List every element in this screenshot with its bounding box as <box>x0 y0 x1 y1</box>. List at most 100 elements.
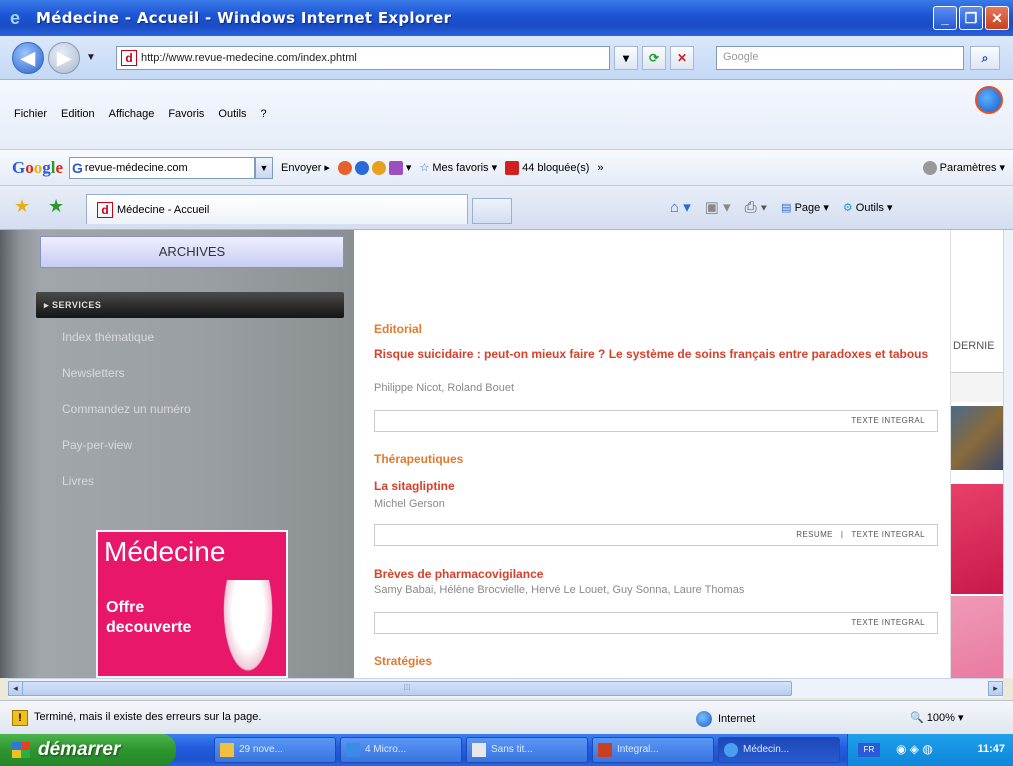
full-text-link[interactable]: TEXTE INTEGRAL <box>851 416 925 425</box>
stop-icon[interactable]: ✕ <box>670 46 694 70</box>
page-menu-button[interactable]: ▤ Page ▾ <box>781 201 829 214</box>
system-clock: 11:47 <box>977 743 1005 755</box>
google-toolbar: Google G revue-médecine.com ▼ Envoyer ▸ … <box>0 150 1013 186</box>
menu-help[interactable]: ? <box>261 108 267 120</box>
promo-offer: Offre decouverte <box>106 598 191 638</box>
sidebar-item-index-thematique[interactable]: Index thématique <box>62 330 191 366</box>
favorites-center-star-icon[interactable]: ★ <box>14 196 30 217</box>
menu-bar: Fichier Edition Affichage Favoris Outils… <box>0 80 1013 150</box>
taskbar-item[interactable]: 29 nove... <box>214 737 336 763</box>
tools-menu-label: Outils <box>855 201 884 214</box>
more-chevron-icon[interactable]: » <box>597 162 603 174</box>
google-g-icon: G <box>72 159 83 176</box>
taskbar-item-active[interactable]: Médecin... <box>718 737 840 763</box>
warning-icon[interactable]: ! <box>12 710 28 726</box>
site-favicon-icon: d <box>121 50 137 66</box>
scroll-right-arrow-icon[interactable]: ▸ <box>988 681 1003 696</box>
thumbnail-image[interactable] <box>951 484 1003 594</box>
pagerank-icon[interactable] <box>337 160 352 175</box>
back-button[interactable]: ◀ <box>12 42 44 74</box>
close-button[interactable]: ✕ <box>985 6 1009 30</box>
section-heading: Editorial <box>374 322 423 336</box>
thumbnail-image[interactable] <box>951 406 1003 470</box>
translate-icon[interactable] <box>388 160 403 175</box>
address-tools: ▾ ⟳ ✕ <box>614 46 694 70</box>
article-title[interactable]: Risque suicidaire : peut-on mieux faire … <box>374 346 934 362</box>
left-sidebar: ARCHIVES ▸ SERVICES Index thématique New… <box>0 230 354 678</box>
history-dropdown-icon[interactable]: ▼ <box>86 52 96 63</box>
zoom-control[interactable]: 🔍 100% ▾ <box>910 711 963 724</box>
full-text-link[interactable]: TEXTE INTEGRAL <box>851 618 925 627</box>
windows-flag-icon <box>12 742 30 758</box>
new-tab-button[interactable] <box>472 198 512 224</box>
sidebar-item-commandez[interactable]: Commandez un numéro <box>62 402 191 438</box>
services-header[interactable]: ▸ SERVICES <box>36 292 344 318</box>
taskbar-item[interactable]: Integral... <box>592 737 714 763</box>
article-authors: Samy Babai, Hélène Brocvielle, Hervé Le … <box>374 584 745 596</box>
section-heading: Stratégies <box>374 654 433 668</box>
google-search-field[interactable]: G revue-médecine.com <box>69 156 256 179</box>
feeds-icon[interactable]: ▣ ▾ <box>705 198 731 216</box>
scroll-left-arrow-icon[interactable]: ◂ <box>8 681 23 696</box>
address-bar[interactable]: d http://www.revue-medecine.com/index.ph… <box>116 46 610 70</box>
tools-dropdown-icon[interactable]: ▾ <box>406 161 412 174</box>
search-input[interactable]: Google <box>716 46 964 70</box>
google-send-button[interactable]: Envoyer ▸ <box>281 161 330 175</box>
address-dropdown-button[interactable]: ▾ <box>614 46 638 70</box>
home-icon[interactable]: ⌂ ▾ <box>670 198 691 216</box>
scroll-thumb[interactable]: ⁞⁞⁞ <box>22 681 792 696</box>
globe-icon[interactable] <box>354 160 369 175</box>
tab-medecine-accueil[interactable]: d Médecine - Accueil <box>86 194 468 224</box>
refresh-icon[interactable]: ⟳ <box>642 46 666 70</box>
popup-blocker-button[interactable]: 44 bloquée(s) <box>505 160 589 175</box>
sidebar-item-pay-per-view[interactable]: Pay-per-view <box>62 438 191 474</box>
settings-label: Paramètres <box>939 161 997 174</box>
security-zone: Internet <box>696 711 755 727</box>
search-icon[interactable]: ⌕ <box>970 46 1000 70</box>
forward-button[interactable]: ▶ <box>48 42 80 74</box>
menu-affichage[interactable]: Affichage <box>109 108 155 120</box>
article-title[interactable]: Brèves de pharmacovigilance <box>374 566 934 582</box>
menu-outils[interactable]: Outils <box>218 108 246 120</box>
maximize-button[interactable]: ❐ <box>959 6 983 30</box>
taskbar-item[interactable]: 4 Micro... <box>340 737 462 763</box>
thumbnail-image[interactable] <box>951 372 1003 402</box>
favorites-button[interactable]: ☆ Mes favoris ▾ <box>419 161 497 175</box>
add-favorite-star-icon[interactable]: ★ <box>48 196 64 217</box>
zoom-icon: 🔍 <box>910 712 924 724</box>
tab-title: Médecine - Accueil <box>117 203 210 216</box>
tab-favicon-icon: d <box>97 201 113 218</box>
article-title[interactable]: La sitagliptine <box>374 478 934 494</box>
folder-icon <box>220 743 234 757</box>
spell-icon[interactable] <box>371 160 386 175</box>
google-tools-icons: ▾ <box>337 160 412 175</box>
word-icon <box>346 743 360 757</box>
google-dropdown-button[interactable]: ▼ <box>255 156 274 179</box>
taskbar-item[interactable]: Sans tit... <box>466 737 588 763</box>
article-links: TEXTE INTEGRAL <box>374 410 938 432</box>
full-text-link[interactable]: TEXTE INTEGRAL <box>851 530 925 539</box>
archives-button[interactable]: ARCHIVES <box>40 236 344 268</box>
sidebar-item-newsletters[interactable]: Newsletters <box>62 366 191 402</box>
window-controls: _ ❐ ✕ <box>933 6 1009 30</box>
tray-icons[interactable]: ◉ ◈ ◍ <box>896 742 933 756</box>
address-url: http://www.revue-medecine.com/index.phtm… <box>141 52 357 64</box>
google-search-value: revue-médecine.com <box>84 161 188 174</box>
horizontal-scrollbar[interactable]: ◂ ⁞⁞⁞ ▸ <box>8 678 1003 698</box>
thumbnail-image[interactable] <box>951 596 1003 678</box>
language-indicator[interactable]: FR <box>858 743 880 757</box>
tools-menu-button[interactable]: ⚙ Outils ▾ <box>843 201 893 214</box>
menu-edition[interactable]: Edition <box>61 108 95 120</box>
print-icon[interactable]: ⎙ ▾ <box>745 199 767 216</box>
abstract-link[interactable]: RESUME <box>796 530 833 539</box>
settings-button[interactable]: Paramètres ▾ <box>922 160 1005 175</box>
menu-fichier[interactable]: Fichier <box>14 108 47 120</box>
promo-banner[interactable]: Médecine Offre decouverte <box>96 530 288 678</box>
sidebar-item-livres[interactable]: Livres <box>62 474 191 510</box>
menu-favoris[interactable]: Favoris <box>168 108 204 120</box>
start-button[interactable]: démarrer <box>0 734 176 766</box>
internet-globe-icon <box>696 711 712 727</box>
google-logo-icon: Google <box>12 157 64 177</box>
minimize-button[interactable]: _ <box>933 6 957 30</box>
vertical-scrollbar[interactable] <box>1003 230 1013 678</box>
